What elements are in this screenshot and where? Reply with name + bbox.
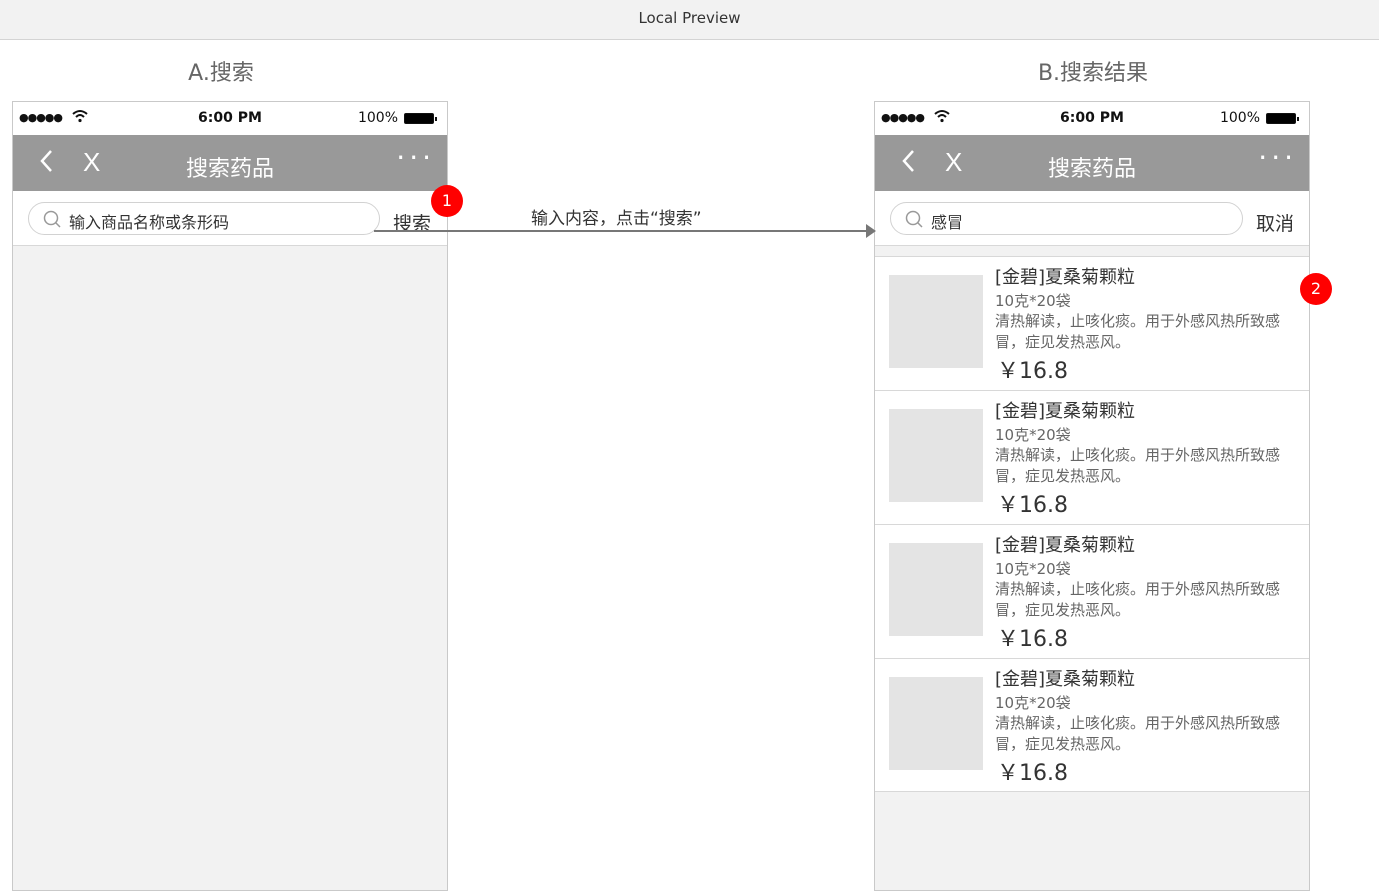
more-menu-button[interactable]: ··· <box>396 141 435 174</box>
product-name: [金碧]夏桑菊颗粒 <box>995 267 1136 288</box>
product-price: ￥16.8 <box>997 627 1068 652</box>
product-price: ￥16.8 <box>997 359 1068 384</box>
frame-title-a: A.搜索 <box>188 61 254 86</box>
product-thumbnail <box>889 275 983 368</box>
product-desc: 清热解读，止咳化痰。用于外感风热所致感冒，症见发热恶风。 <box>995 580 1281 619</box>
product-desc: 清热解读，止咳化痰。用于外感风热所致感冒，症见发热恶风。 <box>995 714 1281 753</box>
frame-title-b: B.搜索结果 <box>1037 61 1149 86</box>
product-desc: 清热解读，止咳化痰。用于外感风热所致感冒，症见发热恶风。 <box>995 312 1281 351</box>
product-name: [金碧]夏桑菊颗粒 <box>995 535 1136 556</box>
cancel-button[interactable]: 取消 <box>1256 209 1294 236</box>
battery-percent: 100% <box>357 110 398 126</box>
search-input[interactable]: 感冒 <box>890 202 1243 235</box>
product-spec: 10克*20袋 <box>995 694 1071 712</box>
battery-percent: 100% <box>1219 110 1260 126</box>
product-name: [金碧]夏桑菊颗粒 <box>995 401 1136 422</box>
step-badge-1: 1 <box>431 185 463 217</box>
product-price: ￥16.8 <box>997 761 1068 786</box>
nav-bar: X 搜索药品 ··· <box>875 135 1309 191</box>
product-thumbnail <box>889 409 983 502</box>
search-bar: 感冒 取消 <box>875 191 1309 246</box>
search-bar: 输入商品名称或条形码 搜索 <box>13 191 447 246</box>
list-item[interactable]: [金碧]夏桑菊颗粒 10克*20袋 清热解读，止咳化痰。用于外感风热所致感冒，症… <box>875 256 1309 390</box>
window-title-bar: Local Preview <box>0 0 1379 40</box>
step-badge-2: 2 <box>1300 273 1332 305</box>
status-bar: ●●●●● 6:00 PM 100% <box>13 102 447 135</box>
list-item[interactable]: [金碧]夏桑菊颗粒 10克*20袋 清热解读，止咳化痰。用于外感风热所致感冒，症… <box>875 524 1309 658</box>
search-value: 感冒 <box>931 213 964 232</box>
nav-title: 搜索药品 <box>185 157 274 182</box>
nav-title: 搜索药品 <box>1047 157 1136 182</box>
product-spec: 10克*20袋 <box>995 426 1071 444</box>
search-placeholder: 输入商品名称或条形码 <box>69 213 230 232</box>
status-bar: ●●●●● 6:00 PM 100% <box>875 102 1309 135</box>
search-input[interactable]: 输入商品名称或条形码 <box>28 202 380 235</box>
product-spec: 10克*20袋 <box>995 292 1071 310</box>
battery-icon <box>1266 113 1299 124</box>
result-list: [金碧]夏桑菊颗粒 10克*20袋 清热解读，止咳化痰。用于外感风热所致感冒，症… <box>875 256 1309 792</box>
flow-arrow-line <box>374 230 868 232</box>
battery-icon <box>404 113 437 124</box>
more-menu-button[interactable]: ··· <box>1258 141 1297 174</box>
phone-frame-results: ●●●●● 6:00 PM 100% X 搜索药品 ··· 感冒 取消 [金碧]… <box>874 101 1310 891</box>
product-thumbnail <box>889 543 983 636</box>
product-thumbnail <box>889 677 983 770</box>
flow-arrow-head <box>866 224 876 238</box>
phone-frame-search: ●●●●● 6:00 PM 100% X 搜索药品 ··· 输入商品名称或条形码… <box>12 101 448 891</box>
product-desc: 清热解读，止咳化痰。用于外感风热所致感冒，症见发热恶风。 <box>995 446 1281 485</box>
list-item[interactable]: [金碧]夏桑菊颗粒 10克*20袋 清热解读，止咳化痰。用于外感风热所致感冒，症… <box>875 390 1309 524</box>
product-name: [金碧]夏桑菊颗粒 <box>995 669 1136 690</box>
list-item[interactable]: [金碧]夏桑菊颗粒 10克*20袋 清热解读，止咳化痰。用于外感风热所致感冒，症… <box>875 658 1309 792</box>
flow-label: 输入内容，点击“搜索” <box>531 209 702 229</box>
product-spec: 10克*20袋 <box>995 560 1071 578</box>
nav-bar: X 搜索药品 ··· <box>13 135 447 191</box>
product-price: ￥16.8 <box>997 493 1068 518</box>
search-icon <box>905 210 923 228</box>
search-icon <box>43 210 61 228</box>
window-title: Local Preview <box>638 9 741 27</box>
